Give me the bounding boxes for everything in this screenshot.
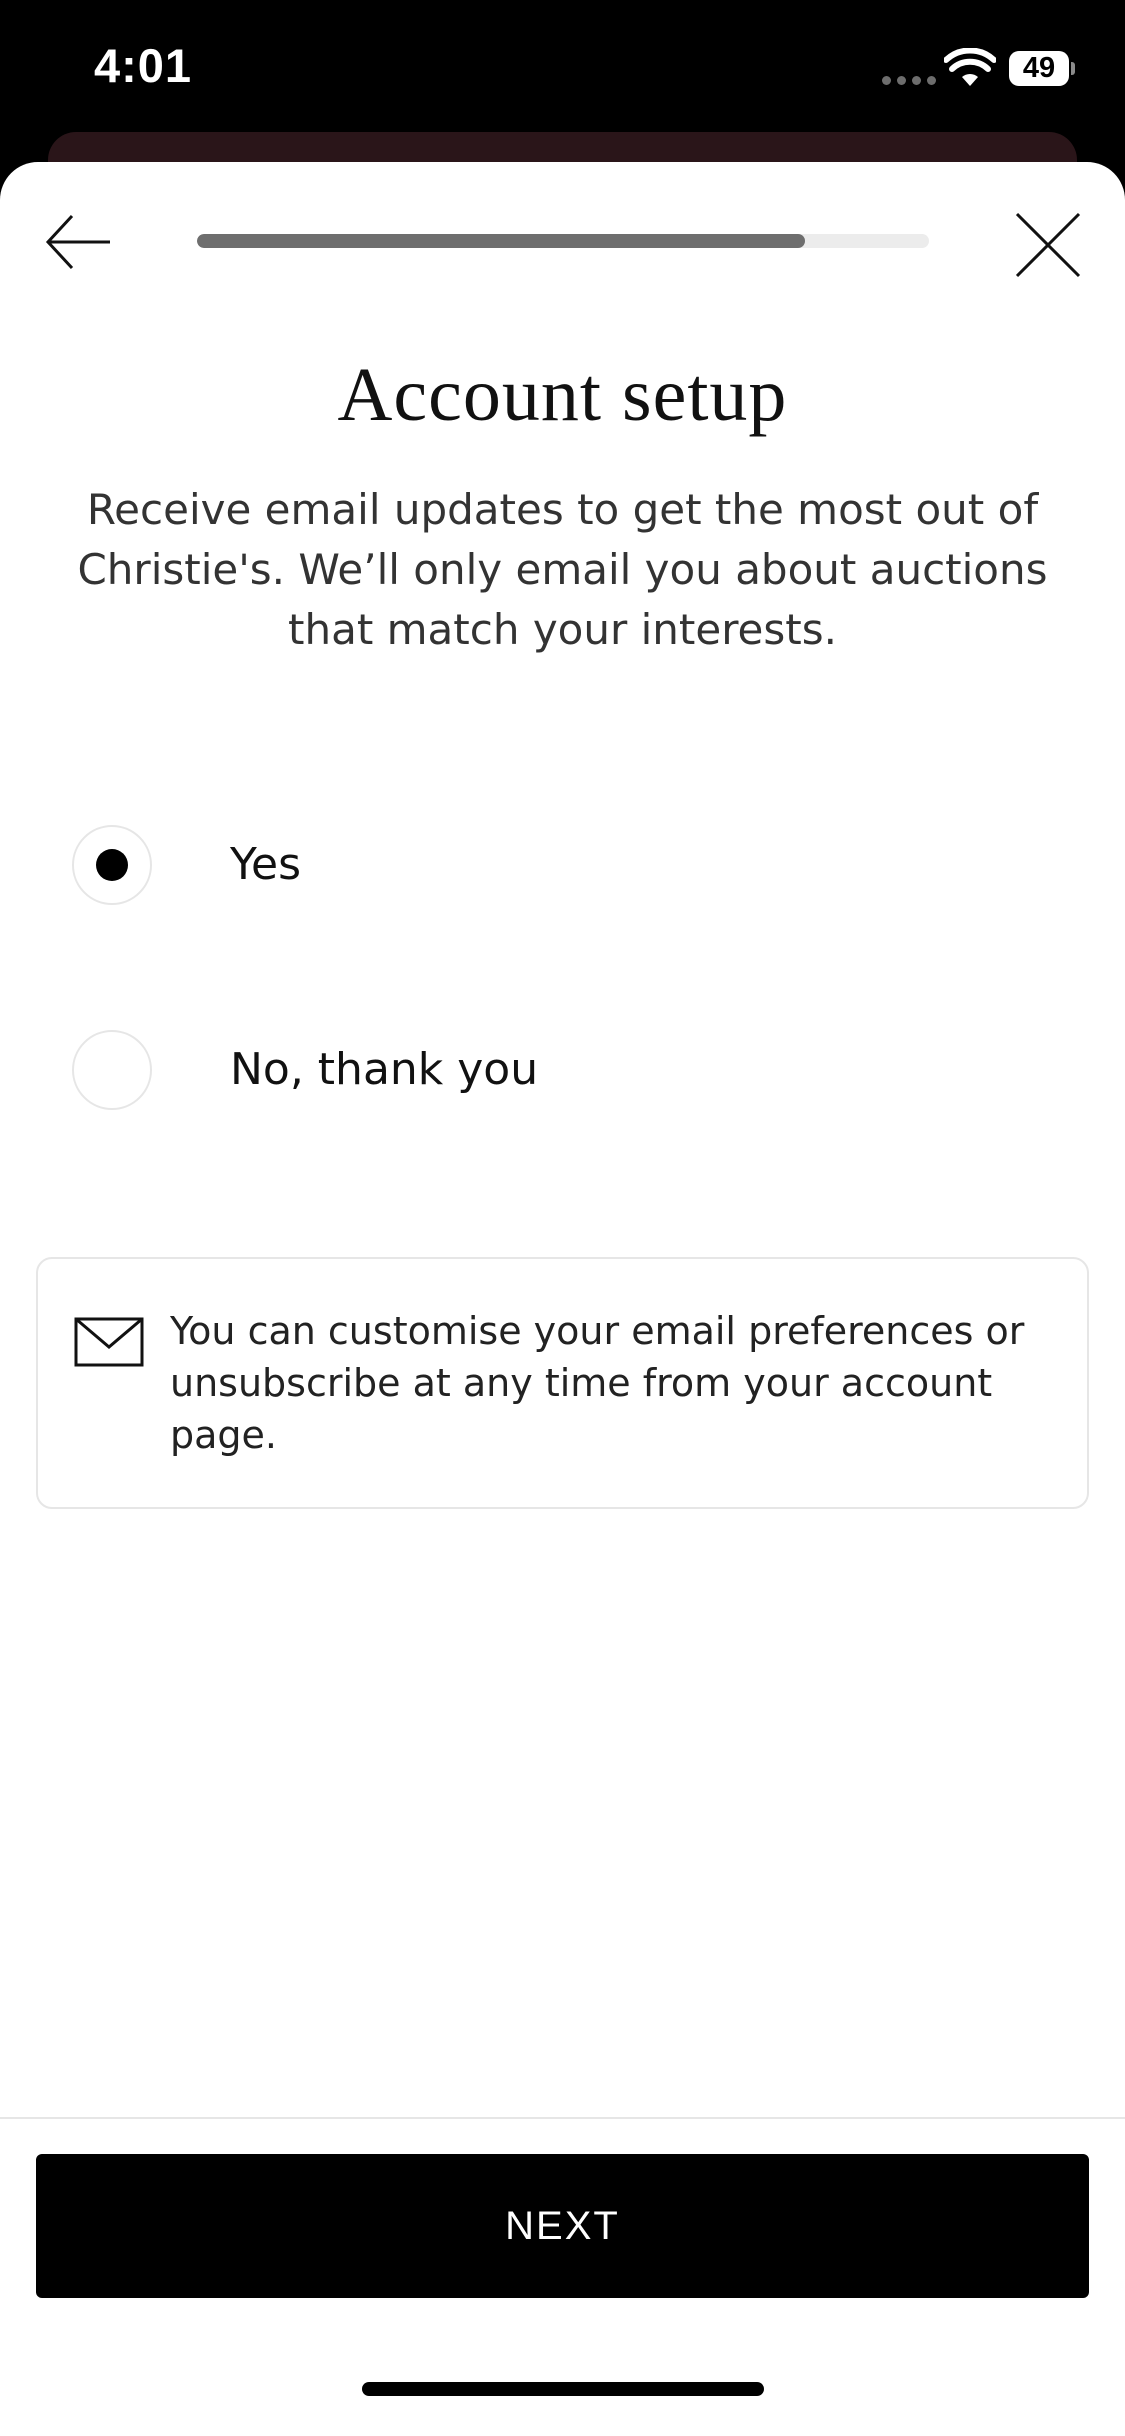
mail-icon xyxy=(74,1317,144,1367)
battery-icon: 49 xyxy=(1009,51,1075,86)
status-bar: 4:01 49 xyxy=(0,0,1125,150)
page-description: Receive email updates to get the most ou… xyxy=(77,485,1048,654)
progress-fill xyxy=(197,234,805,248)
footer-divider xyxy=(0,2117,1125,2119)
arrow-left-icon xyxy=(45,214,110,270)
status-time: 4:01 xyxy=(94,39,193,92)
option-yes[interactable]: Yes xyxy=(60,811,660,921)
radio-selected-dot xyxy=(96,849,128,881)
back-button[interactable] xyxy=(40,202,120,282)
info-box: You can customise your email preferences… xyxy=(36,1257,1089,1509)
battery-level: 49 xyxy=(1009,51,1069,86)
option-no-label: No, thank you xyxy=(230,1044,539,1095)
account-setup-sheet: Account setup Receive email updates to g… xyxy=(0,162,1125,2436)
close-icon xyxy=(1015,212,1081,278)
page-title: Account setup xyxy=(337,353,788,437)
option-no[interactable]: No, thank you xyxy=(60,1016,660,1126)
option-yes-label: Yes xyxy=(230,839,302,890)
next-button[interactable]: NEXT xyxy=(36,2154,1089,2298)
home-indicator xyxy=(362,2382,764,2396)
close-button[interactable] xyxy=(1005,202,1091,288)
progress-bar xyxy=(197,234,929,248)
wifi-icon xyxy=(944,48,996,86)
cellular-signal-icon xyxy=(882,76,936,85)
radio-no[interactable] xyxy=(72,1030,152,1110)
radio-yes[interactable] xyxy=(72,825,152,905)
info-text: You can customise your email preferences… xyxy=(170,1309,1025,1457)
